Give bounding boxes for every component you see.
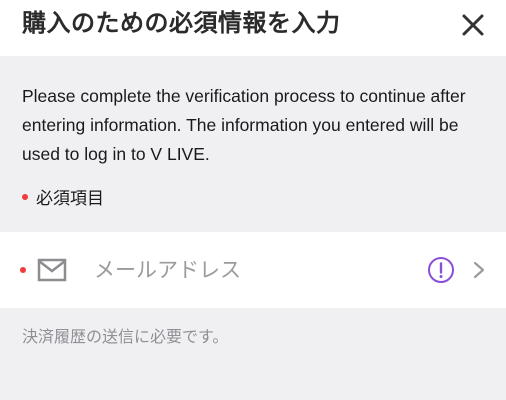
email-field-note: 決済履歴の送信に必要です。 — [22, 327, 229, 346]
chevron-right-icon[interactable] — [472, 260, 486, 280]
info-icon[interactable] — [427, 256, 455, 284]
email-field-row[interactable]: メールアドレス — [0, 232, 506, 308]
required-legend: 必須項目 — [22, 187, 104, 211]
email-field-placeholder: メールアドレス — [94, 258, 241, 282]
intro-text: Please complete the verification process… — [22, 86, 466, 164]
mail-icon — [37, 258, 67, 282]
close-icon[interactable] — [458, 10, 488, 40]
close-button[interactable] — [458, 10, 488, 40]
required-legend-label: 必須項目 — [36, 189, 104, 209]
required-marker — [20, 267, 26, 273]
header-bar: 購入のための必須情報を入力 — [0, 0, 506, 56]
required-marker — [22, 194, 28, 200]
page-title: 購入のための必須情報を入力 — [22, 9, 341, 37]
